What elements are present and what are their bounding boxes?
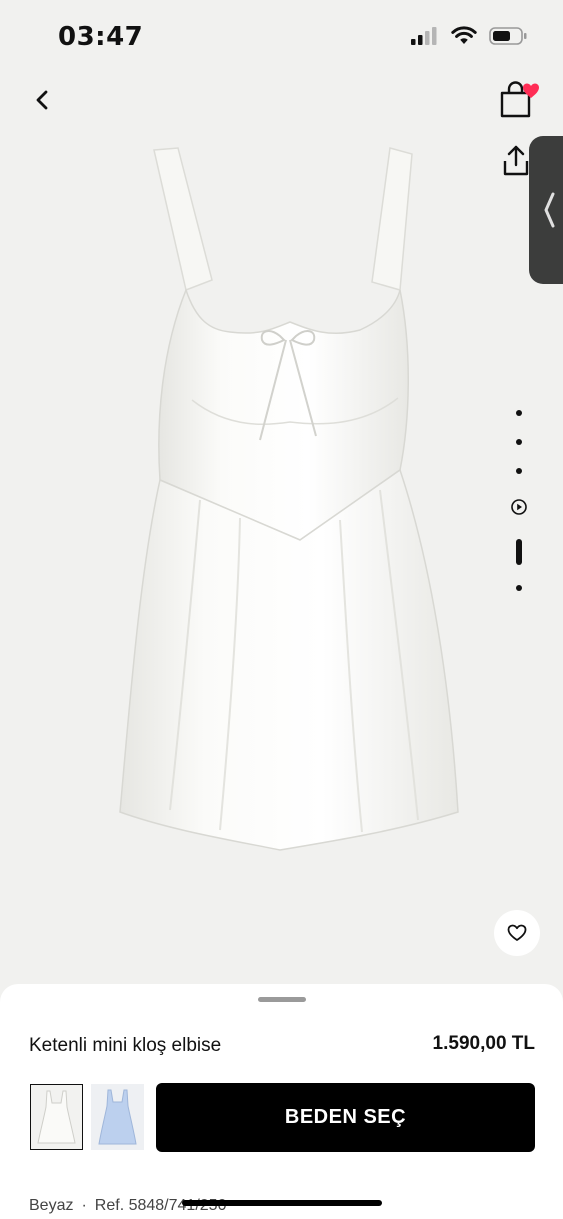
gallery-dot[interactable] bbox=[516, 585, 522, 591]
wifi-icon bbox=[451, 26, 477, 44]
home-indicator[interactable] bbox=[182, 1200, 382, 1206]
dress-thumbnail-blue bbox=[98, 1089, 137, 1145]
chevron-left-icon bbox=[544, 192, 555, 228]
color-swatch-blue[interactable] bbox=[91, 1084, 144, 1150]
heart-outline-icon bbox=[507, 924, 527, 941]
gallery-dot[interactable] bbox=[516, 410, 522, 416]
heart-badge-icon bbox=[523, 83, 539, 98]
dress-illustration bbox=[119, 147, 459, 851]
gallery-dot[interactable] bbox=[516, 439, 522, 445]
play-video-icon[interactable] bbox=[511, 499, 527, 515]
chevron-left-icon bbox=[36, 90, 48, 110]
gallery-dot-active[interactable] bbox=[516, 539, 522, 565]
select-size-button[interactable]: BEDEN SEÇ bbox=[156, 1083, 535, 1152]
status-icons bbox=[411, 26, 527, 45]
share-icon bbox=[503, 145, 529, 176]
gallery-pagination bbox=[508, 404, 530, 604]
gallery-dot[interactable] bbox=[516, 468, 522, 474]
product-name: Ketenli mini kloş elbise bbox=[29, 1035, 222, 1056]
dress-thumbnail-white bbox=[37, 1090, 76, 1144]
product-color: Beyaz bbox=[29, 1197, 74, 1214]
status-bar: 03:47 bbox=[0, 0, 563, 70]
product-sheet: Ketenli mini kloş elbise 1.590,00 TL BED… bbox=[0, 984, 563, 1219]
share-button[interactable] bbox=[500, 144, 532, 178]
cellular-signal-icon bbox=[411, 26, 437, 45]
status-time: 03:47 bbox=[58, 22, 144, 52]
cart-button[interactable] bbox=[496, 80, 540, 122]
color-swatch-white[interactable] bbox=[30, 1084, 83, 1150]
battery-icon bbox=[489, 26, 527, 45]
meta-separator: · bbox=[81, 1197, 87, 1214]
sheet-handle[interactable] bbox=[258, 997, 306, 1002]
shopping-bag-icon bbox=[500, 81, 539, 118]
product-price: 1.590,00 TL bbox=[432, 1033, 535, 1054]
product-image[interactable] bbox=[100, 140, 480, 870]
back-button[interactable] bbox=[22, 80, 62, 120]
side-panel-tab[interactable] bbox=[529, 136, 563, 284]
favorite-button[interactable] bbox=[494, 910, 540, 956]
